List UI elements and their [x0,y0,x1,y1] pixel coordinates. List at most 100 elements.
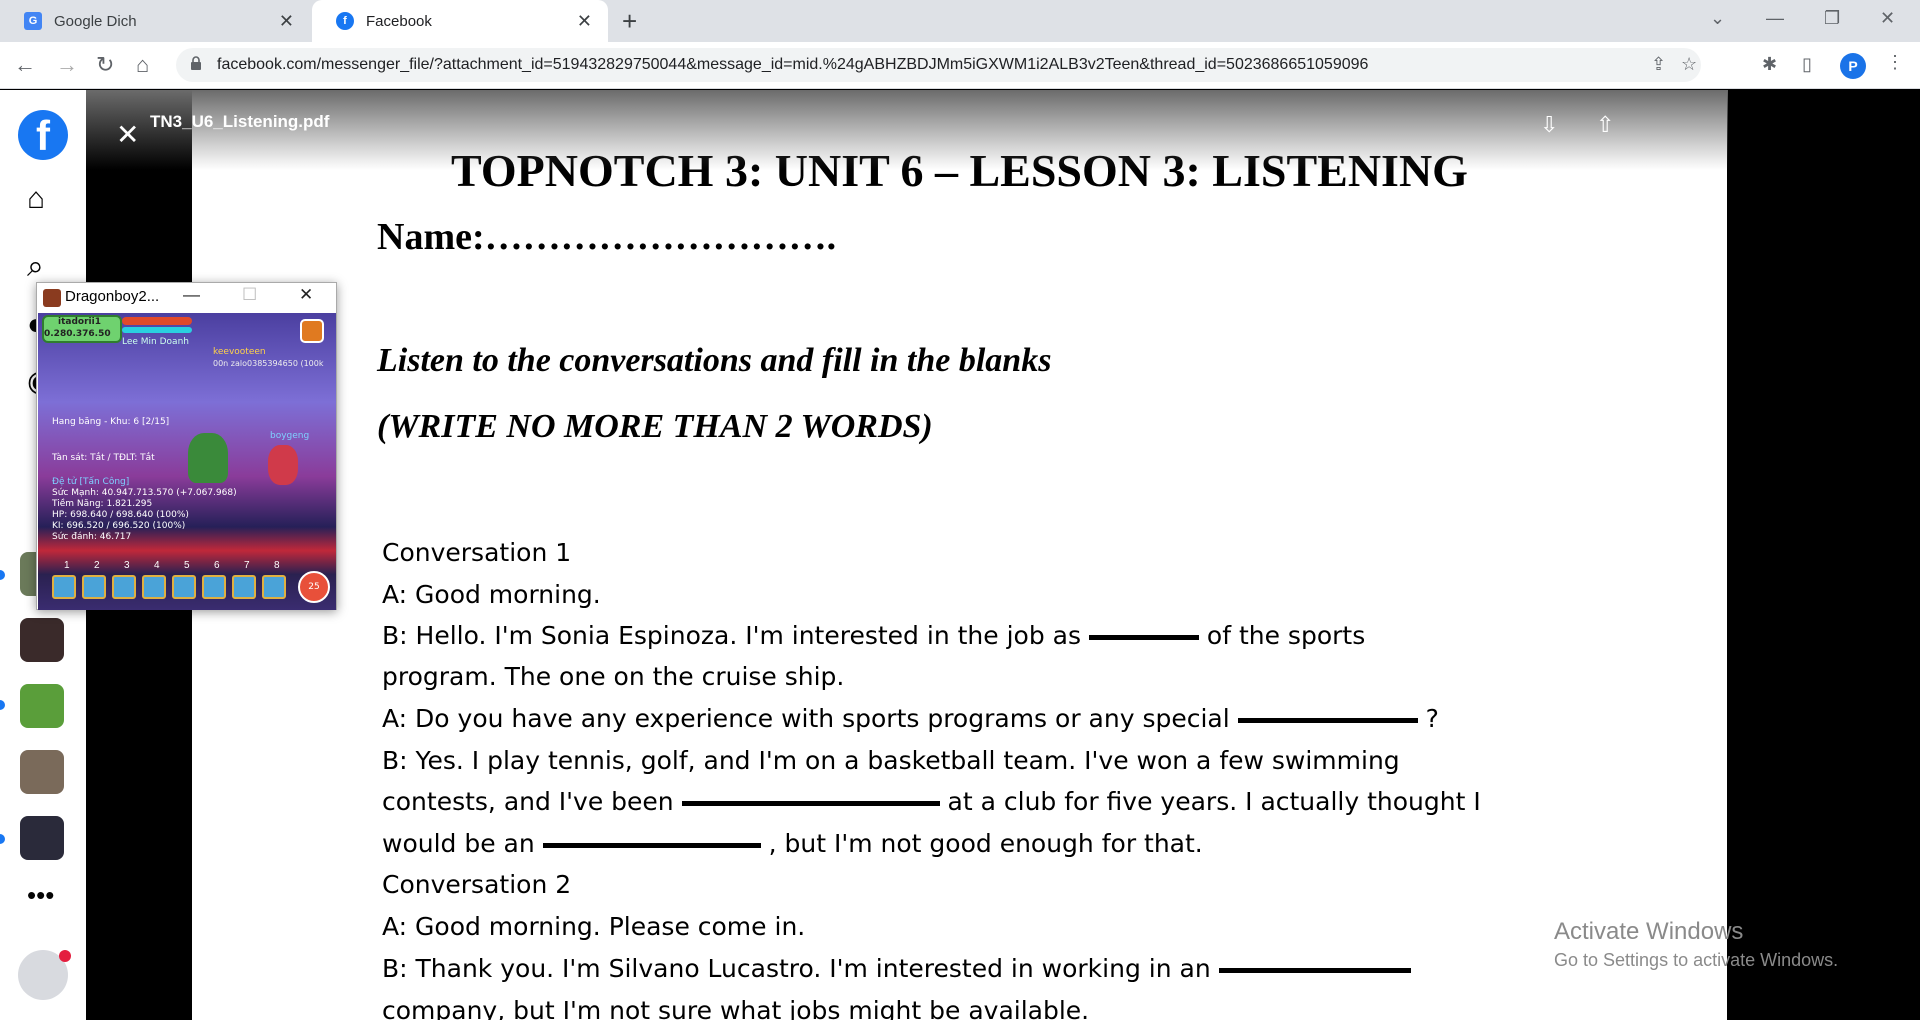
close-window-button[interactable]: ✕ [1880,8,1895,29]
bookmark-star-icon[interactable]: ☆ [1681,54,1697,75]
minimize-button[interactable]: — [1766,8,1784,29]
share-icon[interactable]: ⇧ [1596,112,1614,138]
skill-number: 4 [154,560,160,571]
skill-number: 8 [274,560,280,571]
new-tab-button[interactable]: + [622,6,637,37]
file-name: TN3_U6_Listening.pdf [150,112,330,131]
conversation-title: Conversation 2 [382,870,572,899]
unread-indicator [0,700,5,710]
dialogue-line: program. The one on the cruise ship. [382,662,845,691]
shortcut-thumbnail[interactable] [20,816,64,860]
stat-line: HP: 698.640 / 698.640 (100%) [52,510,189,520]
skill-number: 6 [214,560,220,571]
menu-icon[interactable]: ⋮ [1886,52,1904,73]
dialogue-text: contests, and I've been [382,787,674,816]
search-icon[interactable]: ⌕ [27,250,44,284]
game-window-title: Dragonboy2... [65,288,160,305]
stat-line: Sức Mạnh: 40.947.713.570 (+7.067.968) [52,488,237,498]
tab-label: Google Dich [54,12,137,30]
unread-indicator [0,570,5,580]
user-avatar[interactable] [18,950,71,1000]
maximize-button[interactable]: ☐ [242,285,257,305]
hp-bar [122,317,192,325]
character-sprite [188,433,228,483]
game-screen[interactable]: itadorii1 0.280.376.50 Lee Min Doanh kee… [38,313,336,610]
skill-number: 7 [244,560,250,571]
heart-button[interactable]: 25 [298,571,330,603]
skill-slot[interactable] [262,575,286,599]
player-gold: 0.280.376.50 [44,329,111,339]
skill-slot[interactable] [202,575,226,599]
fill-in-blank [1237,717,1418,723]
dialogue-line: A: Good morning. Please come in. [382,912,806,941]
minimize-button[interactable]: — [183,285,200,305]
npc-name: keevooteen [213,347,266,357]
more-icon[interactable]: ••• [27,880,54,911]
game-window[interactable]: Dragonboy2... — ☐ ✕ itadorii1 0.280.376.… [36,282,337,610]
stat-line: Đệ tử [Tấn Công] [52,477,130,487]
skill-slot[interactable] [52,575,76,599]
player-name: itadorii1 [58,317,101,327]
shortcut-thumbnail[interactable] [20,750,64,794]
home-icon[interactable]: ⌂ [27,182,45,216]
fill-in-blank [542,842,761,848]
address-bar: ← → ↻ ⌂ facebook.com/messenger_file/?att… [0,42,1920,89]
home-icon[interactable]: ⌂ [136,52,149,78]
zone-label: Hang băng - Khu: 6 [2/15] [52,417,170,427]
npc-name: Lee Min Doanh [122,337,189,347]
forward-icon[interactable]: → [56,52,78,78]
enemy-sprite [268,445,298,485]
close-viewer-icon[interactable]: ✕ [116,118,139,151]
reload-icon[interactable]: ↻ [96,52,114,78]
chat-icon[interactable] [300,319,324,343]
tab-search-icon[interactable]: ⌄ [1710,8,1725,29]
dialogue-text: at a club for five years. I actually tho… [947,787,1481,816]
shortcut-thumbnail[interactable] [20,684,64,728]
skill-slot[interactable] [112,575,136,599]
dialogue-line: B: Yes. I play tennis, golf, and I'm on … [382,746,1400,775]
lock-icon [191,56,201,70]
skill-number: 2 [94,560,100,571]
share-icon[interactable]: ⇪ [1651,54,1666,75]
npc-subtitle: 00n zalo0385394650 (100k [213,359,324,368]
fill-in-blank [1088,634,1199,640]
unread-indicator [0,834,5,844]
dialogue-text: ? [1425,704,1439,733]
skill-slot[interactable] [172,575,196,599]
restore-button[interactable]: ❐ [1824,8,1840,29]
dialogue-text: B: Hello. I'm Sonia Espinoza. I'm intere… [382,621,1081,650]
shortcut-thumbnail[interactable] [20,618,64,662]
url-field[interactable]: facebook.com/messenger_file/?attachment_… [176,48,1701,82]
back-icon[interactable]: ← [14,52,36,78]
notification-dot [59,950,71,962]
side-panel-icon[interactable]: ▯ [1802,54,1812,75]
dialogue-text: would be an [382,829,535,858]
download-icon[interactable]: ⇩ [1540,112,1558,138]
skill-slot[interactable] [142,575,166,599]
facebook-icon: f [336,12,354,30]
tab-google-dich[interactable]: G Google Dich ✕ [0,0,310,42]
skill-slot[interactable] [232,575,256,599]
activate-windows-text: Go to Settings to activate Windows. [1554,950,1839,970]
dialogue-text: , but I'm not good enough for that. [768,829,1203,858]
stat-line: Tiềm Năng: 1.821.295 [52,499,153,509]
dialogue-text: A: Do you have any experience with sport… [382,704,1230,733]
skill-slot[interactable] [82,575,106,599]
tab-facebook[interactable]: f Facebook ✕ [312,0,608,42]
profile-avatar[interactable]: P [1840,53,1866,79]
stat-line: Sức đánh: 46.717 [52,532,132,542]
dialogue-text: of the sports [1206,621,1366,650]
close-icon[interactable]: ✕ [577,11,592,32]
dialogue-line: A: Good morning. [382,580,601,609]
google-translate-icon: G [24,12,42,30]
pdf-page: TOPNOTCH 3: UNIT 6 – LESSON 3: LISTENING… [192,90,1727,1020]
tab-label: Facebook [366,12,432,30]
instruction-note: (WRITE NO MORE THAN 2 WORDS) [377,408,933,445]
close-button[interactable]: ✕ [299,285,313,305]
skill-number: 1 [64,560,70,571]
close-icon[interactable]: ✕ [279,11,294,32]
extensions-icon[interactable]: ✱ [1762,54,1777,75]
facebook-logo[interactable]: f [18,110,68,160]
fill-in-blank [1218,967,1411,973]
enemy-name: boygeng [270,431,310,441]
